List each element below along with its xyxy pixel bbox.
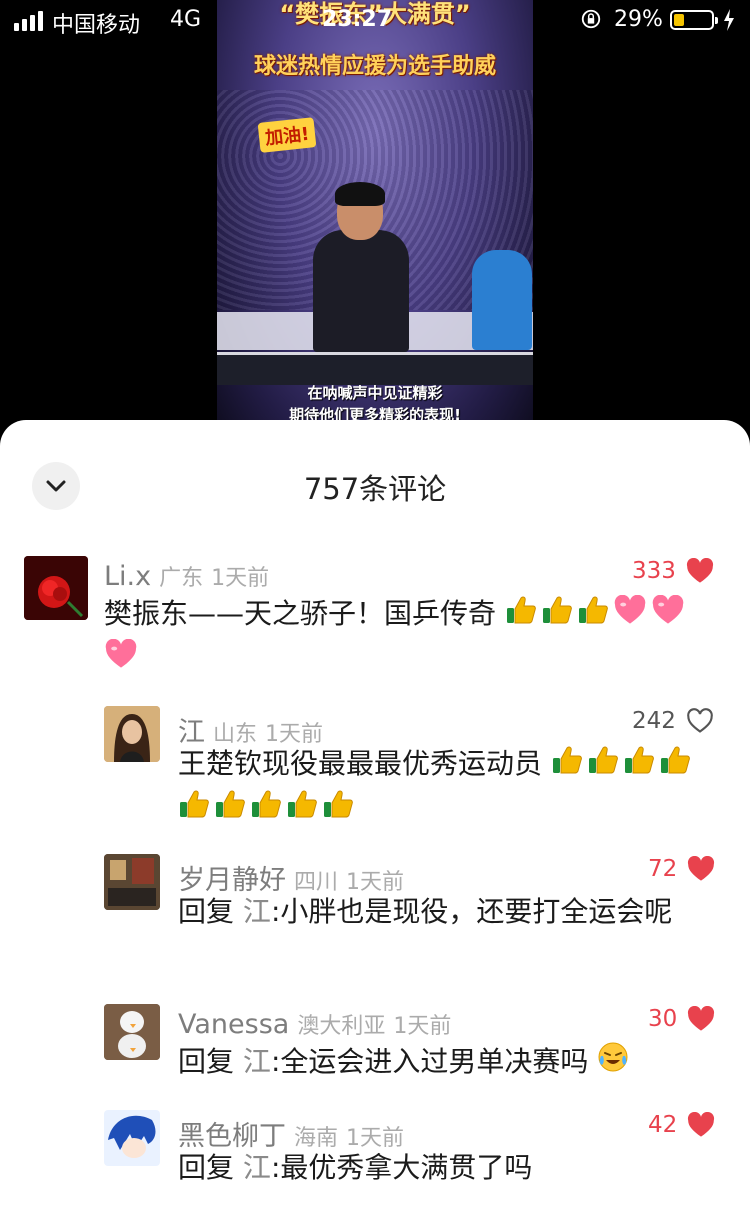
- like-count: 30: [648, 1006, 678, 1032]
- thumbs-up-emoji-icon: [505, 594, 537, 637]
- comments-sheet: 757条评论 Li.x 广东 1天前 333 樊振东——天之骄子！国乒传奇 江 …: [0, 420, 750, 1220]
- heart-filled-icon: [686, 558, 713, 583]
- comment-text: 王楚钦现役最最最优秀运动员: [178, 742, 724, 831]
- avatar[interactable]: [104, 706, 160, 762]
- comment-body: :小胖也是现役，还要打全运会呢: [270, 895, 673, 928]
- timestamp: 1天前: [393, 1014, 452, 1039]
- location: 广东: [159, 566, 204, 591]
- player-hair: [335, 182, 385, 206]
- reply-prefix: 回复: [178, 895, 235, 928]
- ducks-avatar-image: [104, 1004, 160, 1060]
- comment-item[interactable]: 岁月静好 四川 1天前 72 回复 江:小胖也是现役，还要打全运会呢: [104, 854, 724, 974]
- comment-body: 王楚钦现役最最最优秀运动员: [178, 747, 543, 780]
- reply-mention[interactable]: 江: [243, 1151, 271, 1184]
- heart-filled-icon: [688, 856, 715, 881]
- thumbs-up-emoji-icon: [286, 788, 318, 831]
- clock: 23:27: [322, 7, 393, 32]
- avatar[interactable]: [24, 556, 88, 620]
- comment-header: Li.x 广东 1天前: [104, 560, 269, 592]
- like-count: 72: [648, 856, 678, 882]
- video-player[interactable]: “樊振东”大满贯” 球迷热情应援为选手助威 加油! 在呐喊声中见证精彩 期待他们…: [217, 0, 533, 430]
- charging-bolt-icon: [724, 9, 734, 31]
- like-button[interactable]: 333: [632, 558, 714, 584]
- ping-pong-table: [217, 352, 533, 385]
- avatar[interactable]: [104, 1110, 160, 1166]
- thumbs-up-emoji-icon: [250, 788, 282, 831]
- battery-icon: [670, 10, 718, 30]
- like-button[interactable]: 42: [648, 1112, 715, 1138]
- comments-count-title: 757条评论: [303, 472, 447, 506]
- player-figure-background: [472, 250, 532, 350]
- thumbs-up-emoji-icon: [322, 788, 354, 831]
- comment-body: 樊振东——天之骄子！国乒传奇: [104, 597, 497, 630]
- username[interactable]: Li.x: [104, 561, 151, 592]
- reply-mention[interactable]: 江: [243, 895, 271, 928]
- like-button[interactable]: 30: [648, 1006, 715, 1032]
- thumbs-up-emoji-icon: [178, 788, 210, 831]
- comment-text: 回复 江:全运会进入过男单决赛吗: [178, 1040, 724, 1085]
- location: 澳大利亚: [297, 1014, 386, 1039]
- like-count: 333: [632, 558, 676, 584]
- comment-text: 回复 江:最优秀拿大满贯了吗: [178, 1146, 724, 1189]
- cheer-sticker: 加油!: [257, 117, 317, 153]
- network-type: 4G: [170, 7, 202, 32]
- anime-avatar-image: [104, 1110, 160, 1166]
- thumbs-up-emoji-icon: [577, 594, 609, 637]
- street-avatar-image: [104, 854, 160, 910]
- video-subtitle-1: 在呐喊声中见证精彩: [307, 384, 443, 402]
- reply-prefix: 回复: [178, 1151, 235, 1184]
- username[interactable]: Vanessa: [178, 1009, 289, 1040]
- heart-filled-icon: [688, 1006, 715, 1031]
- portrait-avatar-image: [104, 706, 160, 762]
- pink-heart-emoji-icon: [613, 594, 647, 637]
- comment-item[interactable]: Li.x 广东 1天前 333 樊振东——天之骄子！国乒传奇: [24, 556, 724, 676]
- comment-header: Vanessa 澳大利亚 1天前: [178, 1008, 451, 1040]
- like-count: 42: [648, 1112, 678, 1138]
- comment-item[interactable]: Vanessa 澳大利亚 1天前 30 回复 江:全运会进入过男单决赛吗: [104, 1004, 724, 1094]
- video-headline-sub: 球迷热情应援为选手助威: [253, 54, 496, 79]
- comment-item[interactable]: 黑色柳丁 海南 1天前 42 回复 江:最优秀拿大满贯了吗: [104, 1110, 724, 1200]
- signal-icon: [14, 11, 43, 31]
- carrier-name: 中国移动: [52, 13, 141, 38]
- pink-heart-emoji-icon: [651, 594, 685, 637]
- avatar[interactable]: [104, 854, 160, 910]
- emoji-group: [597, 1042, 633, 1078]
- pink-heart-emoji-icon: [104, 638, 138, 681]
- thumbs-up-emoji-icon: [214, 788, 246, 831]
- like-button[interactable]: 242: [632, 708, 714, 734]
- comment-body: :全运会进入过男单决赛吗: [270, 1045, 589, 1078]
- timestamp: 1天前: [211, 566, 270, 591]
- thumbs-up-emoji-icon: [541, 594, 573, 637]
- status-bar: 中国移动 4G 23:27 29%: [0, 0, 750, 42]
- crying-laughing-emoji-icon: [597, 1041, 629, 1085]
- battery-percent: 29%: [614, 7, 663, 32]
- like-count: 242: [632, 708, 676, 734]
- player-figure: [313, 230, 409, 352]
- orientation-lock-icon: [581, 9, 601, 29]
- reply-prefix: 回复: [178, 1045, 235, 1078]
- thumbs-up-emoji-icon: [659, 744, 691, 787]
- thumbs-up-emoji-icon: [551, 744, 583, 787]
- comment-text: 樊振东——天之骄子！国乒传奇: [104, 592, 724, 681]
- heart-filled-icon: [688, 1112, 715, 1137]
- thumbs-up-emoji-icon: [623, 744, 655, 787]
- comment-item[interactable]: 江 山东 1天前 242 王楚钦现役最最最优秀运动员: [104, 706, 724, 826]
- comment-text: 回复 江:小胖也是现役，还要打全运会呢: [178, 890, 724, 933]
- rose-avatar-image: [24, 556, 88, 620]
- avatar[interactable]: [104, 1004, 160, 1060]
- comment-body: :最优秀拿大满贯了吗: [270, 1151, 533, 1184]
- like-button[interactable]: 72: [648, 856, 715, 882]
- heart-outline-icon: [687, 708, 713, 733]
- thumbs-up-emoji-icon: [587, 744, 619, 787]
- reply-mention[interactable]: 江: [243, 1045, 271, 1078]
